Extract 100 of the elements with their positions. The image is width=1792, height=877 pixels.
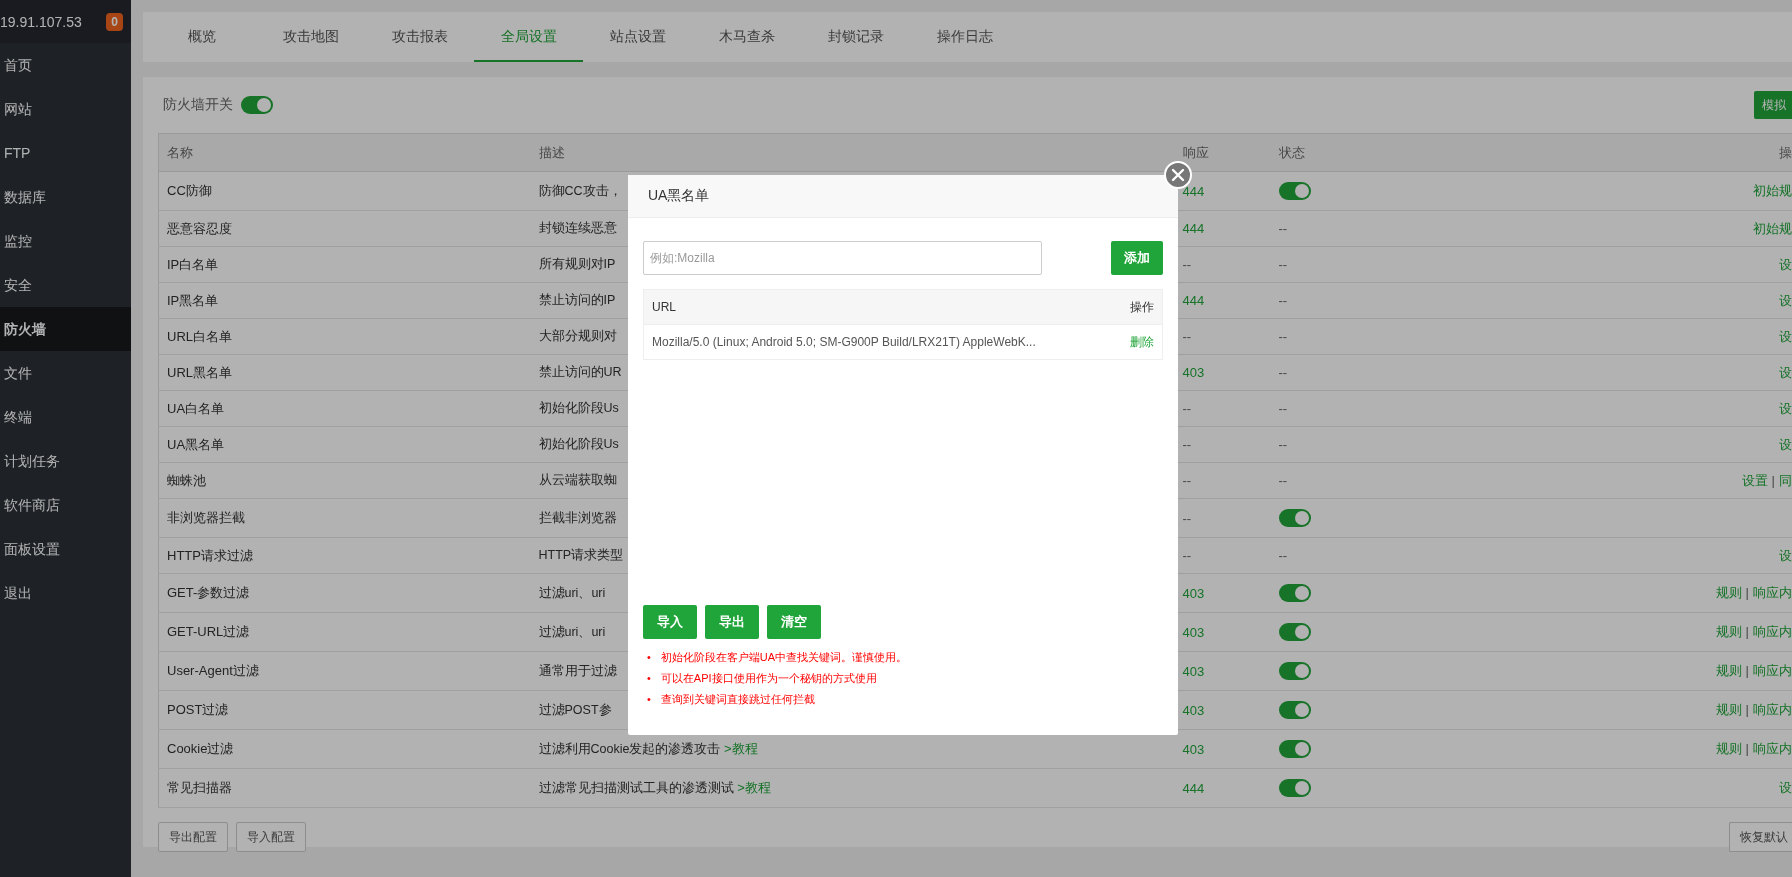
action-button[interactable]: 导出 — [705, 605, 759, 639]
action-button[interactable]: 清空 — [767, 605, 821, 639]
rule-description: 过滤常见扫描测试工具的渗透测试 — [538, 781, 734, 795]
action-link[interactable]: 设 — [1779, 780, 1792, 795]
toggle-switch[interactable] — [1278, 701, 1311, 719]
sidebar-item[interactable]: 监控 — [0, 219, 131, 263]
action-link[interactable]: 规则 — [1715, 624, 1742, 639]
action-link[interactable]: 规则 — [1715, 741, 1742, 756]
response-code: -- — [1182, 473, 1192, 488]
separator: | — [1745, 741, 1749, 756]
toggle-switch[interactable] — [1278, 182, 1311, 200]
response-code: -- — [1182, 510, 1192, 526]
rule-description: 过滤uri、uri — [538, 624, 606, 639]
action-link[interactable]: 规则 — [1715, 585, 1742, 600]
config-button[interactable]: 导出配置 — [158, 822, 228, 852]
rule-description: 拦截非浏览器 — [538, 510, 617, 525]
simulate-button[interactable]: 模拟 — [1754, 91, 1792, 119]
rule-name: GET-URL过滤 — [158, 612, 531, 652]
sidebar-item[interactable]: 文件 — [0, 351, 131, 395]
toggle-switch[interactable] — [1278, 779, 1311, 797]
separator: | — [1745, 702, 1749, 717]
tab[interactable]: 封锁记录 — [801, 12, 910, 62]
config-button[interactable]: 导入配置 — [236, 822, 306, 852]
sidebar-item[interactable]: 软件商店 — [0, 483, 131, 527]
action-link[interactable]: 设 — [1779, 436, 1792, 452]
status-text: -- — [1278, 437, 1288, 452]
action-link[interactable]: 响应内 — [1753, 702, 1792, 717]
rule-description: HTTP请求类型 — [538, 548, 624, 562]
toggle-switch[interactable] — [241, 96, 273, 114]
sidebar-item[interactable]: 数据库 — [0, 175, 131, 219]
rule-name: Cookie过滤 — [158, 729, 531, 769]
keyword-input[interactable]: 例如:Mozilla — [643, 241, 1042, 275]
status-text: -- — [1278, 329, 1288, 344]
sidebar-item[interactable]: 网站 — [0, 87, 131, 131]
tutorial-link[interactable]: >教程 — [724, 741, 758, 756]
status-text: -- — [1278, 548, 1288, 563]
restore-button[interactable]: 恢复默认 — [1729, 822, 1792, 852]
rule-description: 大部分规则对 — [538, 329, 617, 343]
bullet-mark: • — [647, 671, 651, 686]
tab[interactable]: 全局设置 — [474, 12, 583, 62]
rule-name: IP黑名单 — [158, 282, 531, 319]
tab[interactable]: 操作日志 — [910, 12, 1019, 62]
action-link[interactable]: 响应内 — [1753, 663, 1792, 678]
action-link[interactable]: 设 — [1779, 547, 1792, 563]
response-code: -- — [1182, 437, 1192, 452]
sidebar-item[interactable]: 防火墙 — [0, 307, 131, 351]
action-link[interactable]: 响应内 — [1753, 624, 1792, 639]
action-link[interactable]: 设 — [1779, 292, 1792, 308]
toggle-switch[interactable] — [1278, 584, 1311, 602]
sidebar-item[interactable]: 安全 — [0, 263, 131, 307]
action-link[interactable]: 设 — [1779, 400, 1792, 416]
note-text: 初始化阶段在客户端UA中查找关键词。谨慎使用。 — [660, 650, 908, 665]
rule-name: 恶意容忍度 — [158, 210, 531, 247]
rule-description: 初始化阶段Us — [538, 437, 619, 451]
action-link[interactable]: 同 — [1779, 472, 1792, 488]
sidebar-item[interactable]: 计划任务 — [0, 439, 131, 483]
action-link[interactable]: 设 — [1779, 256, 1792, 272]
tab[interactable]: 木马查杀 — [692, 12, 801, 62]
toggle-switch[interactable] — [1278, 662, 1311, 680]
action-link[interactable]: 设置 — [1741, 472, 1768, 488]
sidebar-item[interactable]: 面板设置 — [0, 527, 131, 571]
delete-link[interactable]: 删除 — [1130, 333, 1154, 351]
rule-description: 从云端获取蜘 — [538, 473, 617, 487]
column-header: 操 — [1470, 133, 1792, 172]
bullet-mark: • — [647, 650, 651, 665]
action-link[interactable]: 响应内 — [1753, 585, 1792, 600]
rule-description: 防御CC攻击， — [538, 183, 622, 198]
sidebar-item[interactable]: 退出 — [0, 571, 131, 615]
add-button[interactable]: 添加 — [1111, 241, 1163, 275]
rule-name: User-Agent过滤 — [158, 651, 531, 691]
toggle-switch[interactable] — [1278, 623, 1311, 641]
action-button[interactable]: 导入 — [643, 605, 697, 639]
action-link[interactable]: 设 — [1779, 364, 1792, 380]
tab[interactable]: 攻击报表 — [365, 12, 474, 62]
toggle-switch[interactable] — [1278, 509, 1311, 527]
sidebar-item[interactable]: 终端 — [0, 395, 131, 439]
rule-description: 所有规则对IP — [538, 257, 616, 271]
sidebar-item[interactable]: FTP — [0, 131, 131, 175]
tab[interactable]: 站点设置 — [583, 12, 692, 62]
toggle-switch[interactable] — [1278, 740, 1311, 758]
action-link[interactable]: 设 — [1779, 328, 1792, 344]
rule-description: 过滤uri、uri — [538, 585, 606, 600]
action-link[interactable]: 初始规 — [1753, 220, 1792, 236]
status-text: -- — [1278, 257, 1288, 272]
column-header: 响应 — [1174, 133, 1271, 172]
tutorial-link[interactable]: >教程 — [737, 780, 771, 795]
tab[interactable]: 攻击地图 — [256, 12, 365, 62]
action-link[interactable]: 规则 — [1715, 702, 1742, 717]
rule-name: CC防御 — [158, 171, 531, 211]
note-text: 查询到关键词直接跳过任何拦截 — [660, 692, 815, 707]
response-code: 403 — [1182, 702, 1205, 718]
sidebar-item[interactable]: 首页 — [0, 43, 131, 87]
rule-description: 禁止访问的IP — [538, 293, 616, 307]
separator: | — [1745, 585, 1749, 600]
action-link[interactable]: 规则 — [1715, 663, 1742, 678]
action-link[interactable]: 初始规 — [1753, 183, 1792, 198]
response-code: -- — [1182, 401, 1192, 416]
tab[interactable]: 概览 — [147, 12, 256, 62]
action-link[interactable]: 响应内 — [1753, 741, 1792, 756]
rule-name: HTTP请求过滤 — [158, 537, 531, 574]
